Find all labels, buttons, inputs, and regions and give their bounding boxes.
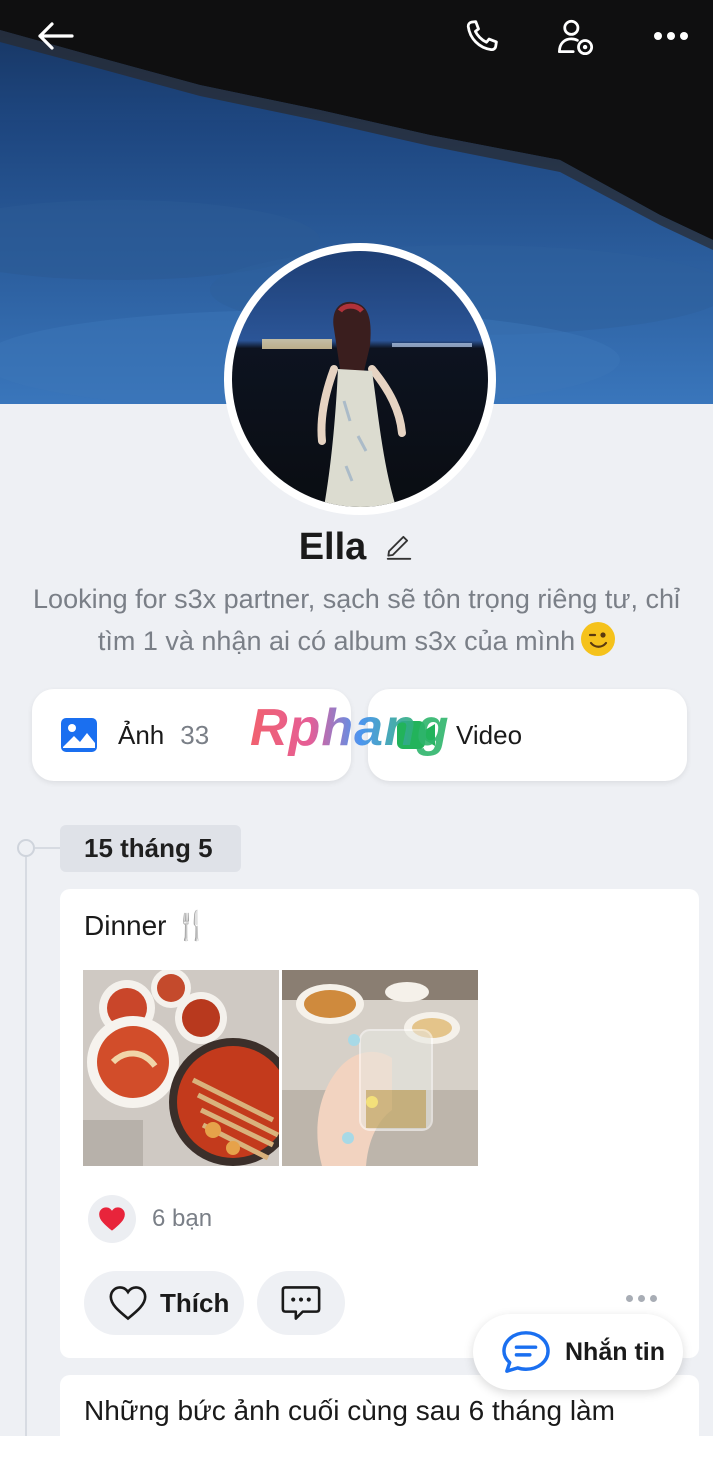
timeline-date: 15 tháng 5: [60, 825, 241, 872]
reaction-count[interactable]: 6 bạn: [152, 1205, 212, 1233]
more-options-button[interactable]: [646, 14, 696, 58]
post-caption: Dinner 🍴: [84, 910, 210, 941]
post-photo-2[interactable]: [282, 970, 478, 1166]
edit-name-button[interactable]: [384, 530, 414, 565]
back-button[interactable]: [30, 14, 80, 58]
more-horizontal-icon: [654, 32, 688, 40]
post-photo-1[interactable]: [83, 970, 279, 1166]
timeline-post: Dinner 🍴 6 bạn Thích: [60, 889, 699, 1358]
heart-outline-icon: [109, 1286, 147, 1321]
reaction-summary[interactable]: [88, 1195, 136, 1243]
user-gear-icon: [558, 19, 594, 56]
timeline-connector: [35, 847, 60, 849]
avatar: [232, 251, 488, 507]
profile-name: Ella: [298, 525, 367, 568]
comment-button[interactable]: [257, 1271, 345, 1335]
watermark-logo: Rphang: [250, 699, 450, 757]
photos-label: Ảnh: [118, 719, 165, 750]
profile-bio: Looking for s3x partner, sạch sẽ tôn trọ…: [24, 578, 689, 662]
comment-icon: [281, 1286, 321, 1320]
wink-emoji-icon: [581, 622, 616, 656]
phone-icon: [466, 20, 498, 52]
profile-page: Ella Looking for s3x partner, sạch sẽ tô…: [0, 0, 713, 1436]
profile-name-row: Ella: [0, 522, 713, 572]
send-message-button[interactable]: Nhắn tin: [473, 1314, 683, 1390]
profile-settings-button[interactable]: [550, 12, 600, 62]
photos-count: 33: [180, 719, 210, 750]
next-post-caption: Những bức ảnh cuối cùng sau 6 tháng làm: [84, 1395, 615, 1426]
like-button[interactable]: Thích: [84, 1271, 244, 1335]
heart-filled-icon: [99, 1207, 125, 1231]
image-icon: [61, 718, 97, 752]
top-toolbar: [0, 0, 713, 72]
timeline-dot: [17, 839, 35, 857]
send-message-label: Nhắn tin: [565, 1337, 665, 1366]
post-more-button[interactable]: [626, 1295, 657, 1302]
avatar-frame[interactable]: [224, 243, 496, 515]
call-button[interactable]: [456, 12, 506, 62]
pencil-icon: [387, 535, 412, 560]
arrow-left-icon: [38, 22, 74, 50]
timeline-line: [25, 848, 27, 1436]
videos-label: Video: [456, 719, 523, 750]
chat-bubble-icon: [502, 1331, 550, 1373]
like-label: Thích: [160, 1287, 230, 1318]
